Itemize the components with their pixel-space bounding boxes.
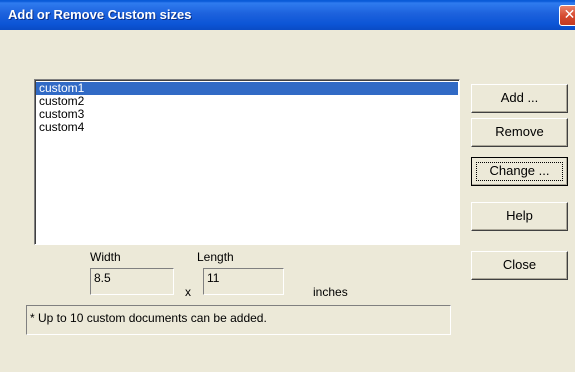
width-field[interactable]: 8.5: [90, 268, 174, 295]
list-item[interactable]: custom2: [36, 95, 458, 108]
info-note: * Up to 10 custom documents can be added…: [26, 305, 451, 335]
title-bar[interactable]: Add or Remove Custom sizes ✕: [0, 0, 575, 30]
add-button[interactable]: Add ...: [471, 84, 568, 113]
focus-ring: [476, 162, 563, 181]
close-button[interactable]: Close: [471, 251, 568, 280]
remove-button[interactable]: Remove: [471, 118, 568, 147]
length-label: Length: [197, 250, 234, 264]
unit-label: inches: [313, 285, 348, 299]
length-field[interactable]: 11: [203, 268, 284, 295]
help-button[interactable]: Help: [471, 202, 568, 231]
custom-sizes-listbox[interactable]: custom1 custom2 custom3 custom4: [34, 79, 460, 245]
list-item[interactable]: custom1: [36, 82, 458, 95]
change-button[interactable]: Change ...: [471, 157, 568, 186]
window-title: Add or Remove Custom sizes: [8, 7, 192, 22]
width-label: Width: [90, 250, 121, 264]
list-item[interactable]: custom3: [36, 108, 458, 121]
dimension-separator: x: [185, 285, 191, 299]
list-item[interactable]: custom4: [36, 121, 458, 134]
close-icon[interactable]: ✕: [559, 5, 575, 26]
